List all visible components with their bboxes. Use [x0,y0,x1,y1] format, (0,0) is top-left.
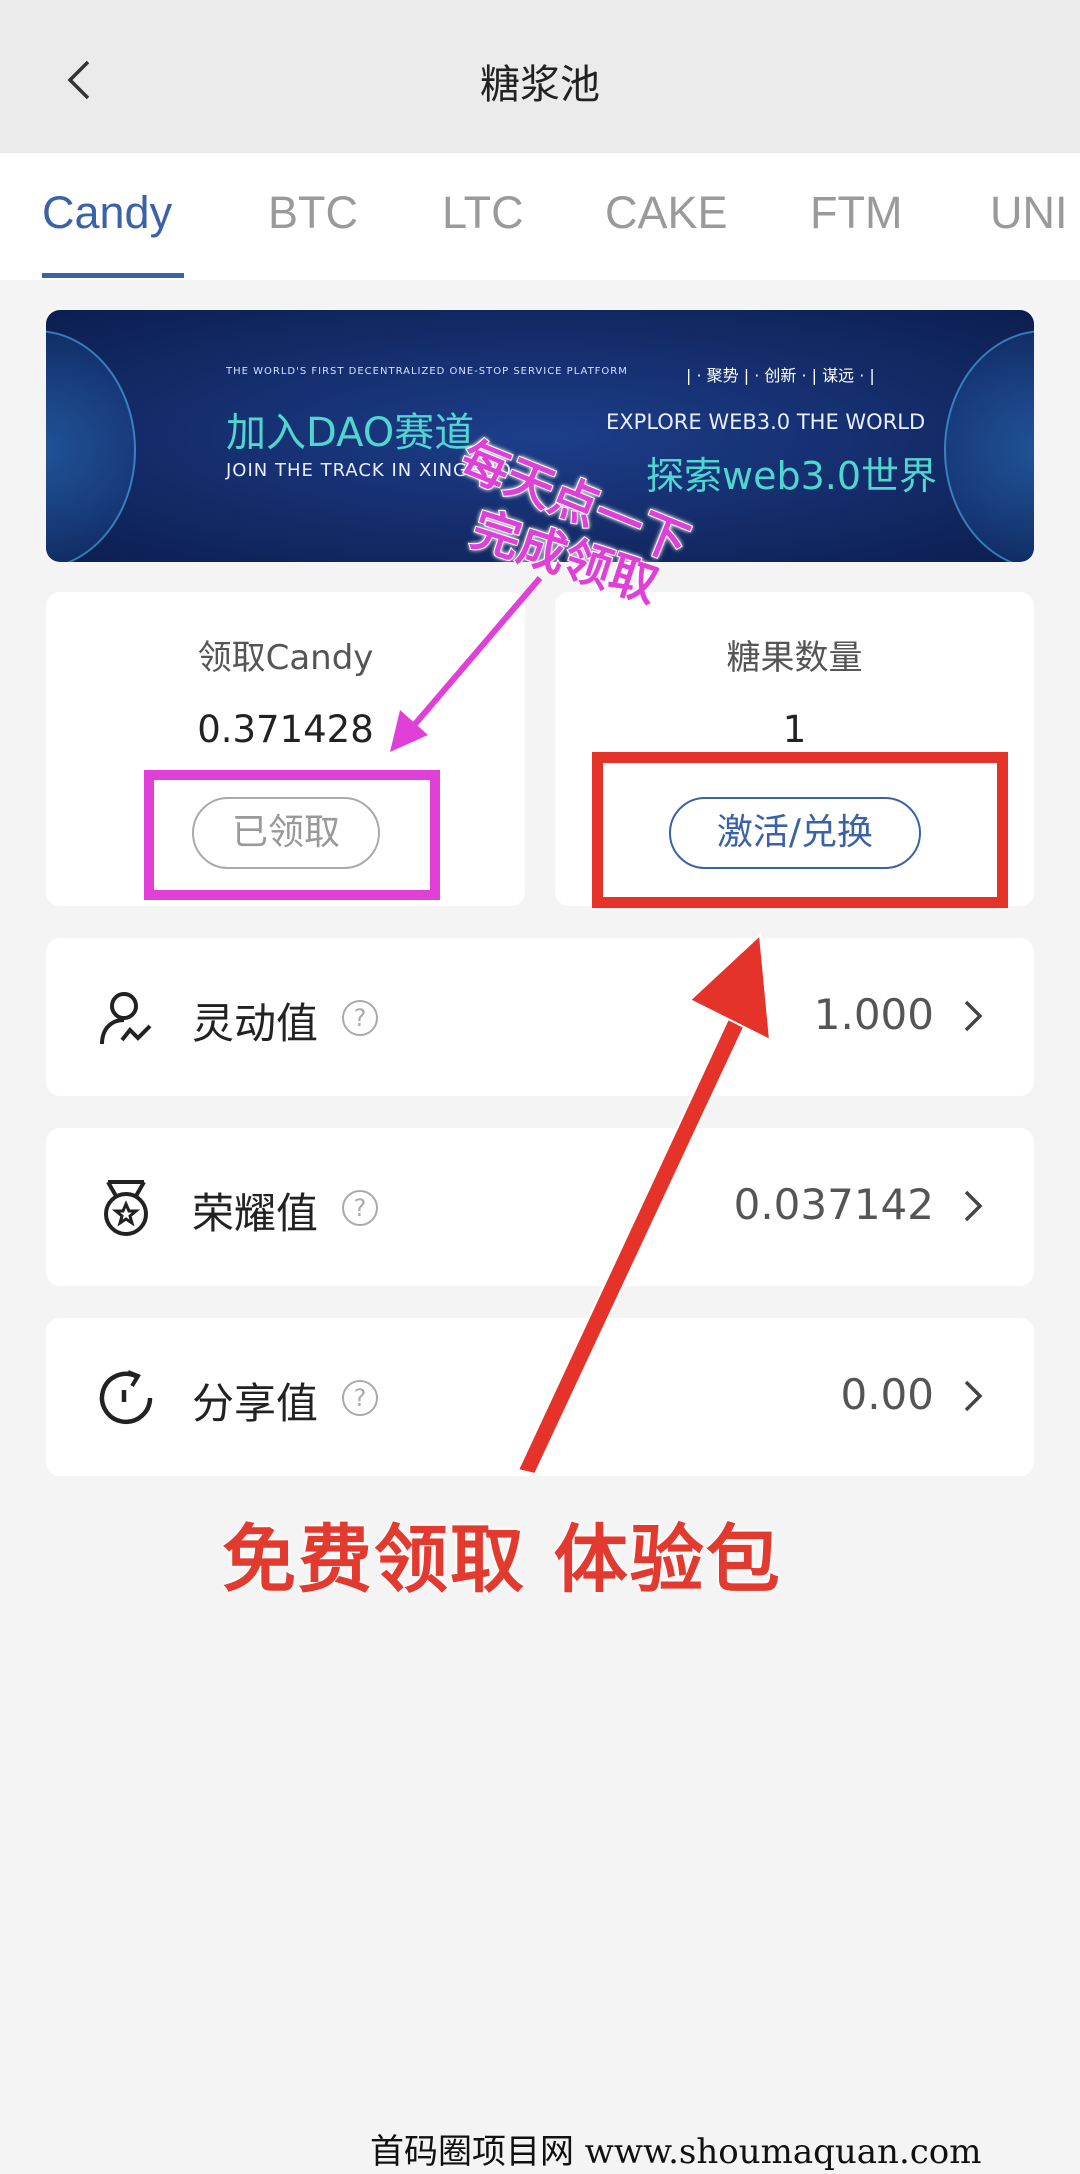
row-share-value[interactable]: 分享值 ? 0.00 [46,1318,1034,1476]
row-label: 分享值 [192,1379,319,1428]
banner-explore-cn: 探索web3.0世界 [646,454,938,498]
tab-btc[interactable]: BTC [268,187,358,239]
pink-highlight-box [144,770,440,900]
card-title: 领取Candy [197,638,374,678]
refresh-circle-icon [99,1370,153,1425]
tab-ftm[interactable]: FTM [810,187,902,239]
row-label: 荣耀值 [192,1189,319,1238]
row-value: 0.037142 [733,1180,934,1229]
help-icon[interactable]: ? [342,1380,378,1416]
active-tab-indicator [42,273,184,278]
banner-explore: EXPLORE WEB3.0 THE WORLD [606,410,926,434]
help-icon[interactable]: ? [342,1190,378,1226]
tab-candy[interactable]: Candy [42,187,172,239]
watermark: 首码圈项目网 www.shoumaquan.com [370,2132,982,2172]
card-value: 1 [782,708,807,751]
red-annotation-text: 免费领取 体验包 [222,1517,782,1603]
card-value: 0.371428 [197,708,374,751]
row-value: 0.00 [840,1370,934,1419]
user-activity-icon [100,992,152,1045]
tab-ltc[interactable]: LTC [442,187,524,239]
tab-cake[interactable]: CAKE [605,187,728,239]
row-value: 1.000 [813,990,934,1039]
red-highlight-box [592,752,1008,908]
banner-tags: | · 聚势 | · 创新 · | 谋远 · | [686,366,875,385]
card-title: 糖果数量 [726,638,863,678]
medal-icon [104,1180,148,1236]
chevron-right-icon [964,1000,983,1032]
coin-tabs: Candy BTC LTC CAKE FTM UNI [0,153,1080,280]
row-agility-value[interactable]: 灵动值 ? 1.000 [46,938,1034,1096]
row-honor-value[interactable]: 荣耀值 ? 0.037142 [46,1128,1034,1286]
tab-uni[interactable]: UNI [990,187,1068,239]
globe-graphic [46,330,136,562]
page-title: 糖浆池 [480,62,600,108]
banner-tagline: THE WORLD'S FIRST DECENTRALIZED ONE-STOP… [226,366,628,377]
help-icon[interactable]: ? [342,1000,378,1036]
banner-title: 加入DAO赛道 [226,410,475,456]
row-label: 灵动值 [192,999,319,1048]
chevron-right-icon [964,1190,983,1222]
chevron-right-icon [964,1380,983,1412]
globe-graphic [944,330,1034,562]
top-bar: 糖浆池 [0,0,1080,153]
